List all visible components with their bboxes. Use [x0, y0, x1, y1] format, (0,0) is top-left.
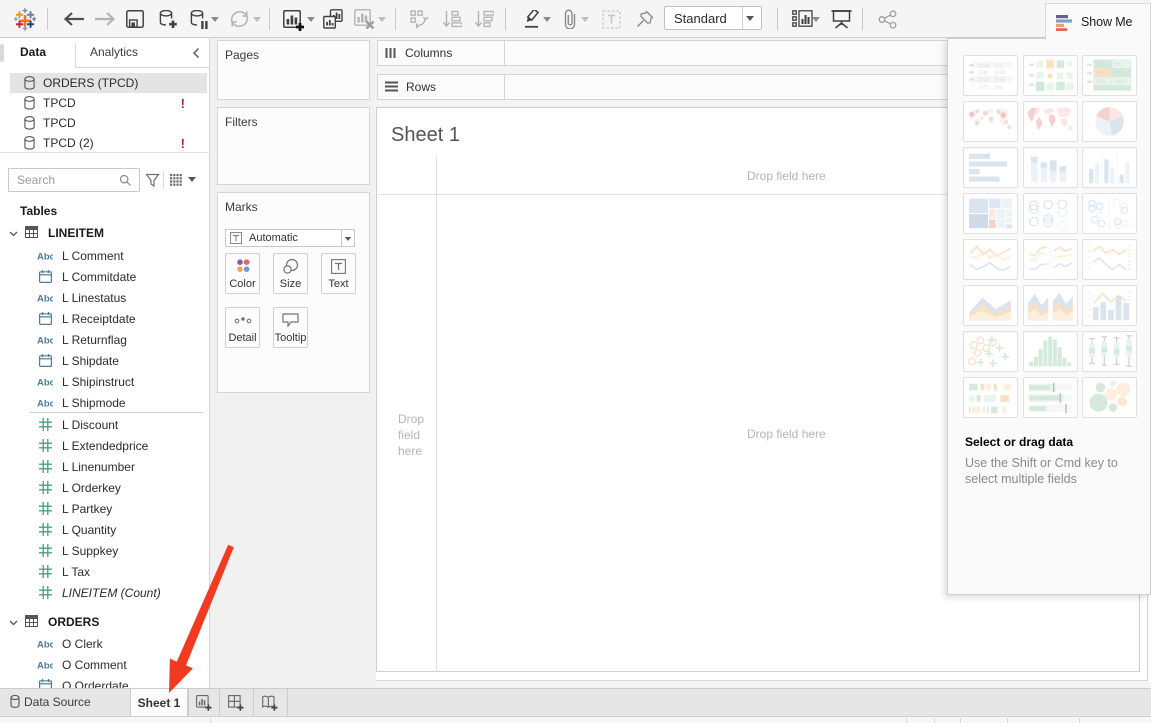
svg-text:302: 302: [994, 85, 1003, 91]
svg-text:Abc: Abc: [37, 377, 53, 387]
svg-text:623: 623: [1115, 70, 1123, 75]
svg-text:Abc: Abc: [37, 251, 53, 261]
svg-text:Abc: Abc: [37, 660, 53, 670]
svg-text:1234: 1234: [978, 63, 990, 69]
svg-text:10560: 10560: [1115, 79, 1127, 84]
svg-text:3004: 3004: [994, 71, 1006, 77]
svg-text:123: 123: [1097, 62, 1105, 67]
svg-text:Abc: Abc: [37, 398, 53, 408]
svg-text:756: 756: [1097, 70, 1105, 75]
svg-text:Abc: Abc: [37, 293, 53, 303]
svg-text:2500: 2500: [1096, 79, 1106, 84]
svg-text:2320: 2320: [978, 78, 990, 84]
svg-text:Abc: Abc: [37, 639, 53, 649]
svg-text:330: 330: [980, 71, 989, 77]
svg-text:542: 542: [1115, 62, 1123, 67]
svg-text:2550: 2550: [994, 78, 1006, 84]
svg-text:671: 671: [980, 85, 989, 91]
svg-text:Abc: Abc: [37, 335, 53, 345]
svg-text:573: 573: [994, 63, 1003, 69]
